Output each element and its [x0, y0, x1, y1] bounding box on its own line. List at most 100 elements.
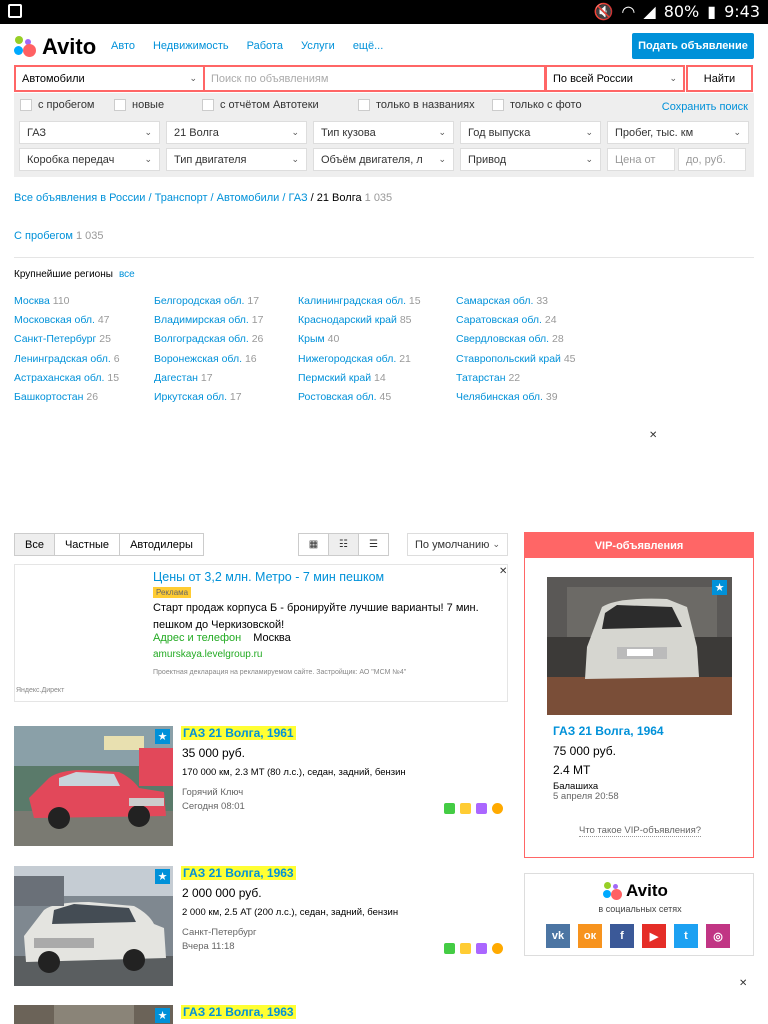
search-input[interactable]: Поиск по объявлениям	[203, 65, 546, 92]
listing-item[interactable]: ★ ГАЗ 21 Волга, 1963 2 000 000 руб. 2 00…	[14, 866, 508, 986]
region-link[interactable]: Калининградская обл.	[298, 295, 406, 307]
close-icon[interactable]: ✕	[649, 430, 657, 441]
yandex-ad[interactable]: Цены от 3,2 млн. Метро - 7 мин пешком Ре…	[14, 564, 508, 702]
divider	[14, 257, 754, 258]
year-select[interactable]: Год выпуска ⌄	[460, 121, 601, 144]
list-view-icon[interactable]: ☷	[328, 533, 359, 556]
crumb-cars[interactable]: Автомобили	[217, 192, 280, 204]
logo-text: Avito	[42, 34, 97, 59]
save-search-link[interactable]: Сохранить поиск	[662, 101, 748, 113]
listing-item[interactable]: ★ ГАЗ 21 Волга, 1963	[14, 1005, 508, 1024]
ad-close-icon[interactable]: ✕	[499, 566, 507, 577]
region-count: 6	[113, 352, 120, 365]
ad-contact-link[interactable]: Адрес и телефон	[153, 632, 241, 644]
region-link[interactable]: Владимирская обл.	[154, 314, 249, 326]
region-link[interactable]: Москва	[14, 295, 50, 307]
listing-title[interactable]: ГАЗ 21 Волга, 1961	[181, 726, 296, 740]
check-titles-only[interactable]: только в названиях	[358, 99, 492, 111]
gearbox-select[interactable]: Коробка передач ⌄	[19, 148, 160, 171]
check-photo-only[interactable]: только с фото	[492, 99, 582, 111]
region-link[interactable]: Волгоградская обл.	[154, 333, 249, 345]
category-select[interactable]: Автомобили ⌄	[14, 65, 205, 92]
close-icon[interactable]: ✕	[739, 978, 747, 989]
price-to-input[interactable]: до, руб.	[678, 148, 746, 171]
grid-view-icon[interactable]: ▦	[298, 533, 329, 556]
region-link[interactable]: Иркутская обл.	[154, 391, 227, 403]
region-link[interactable]: Башкортостан	[14, 391, 83, 403]
facebook-icon[interactable]: f	[610, 924, 634, 948]
tab-dealers[interactable]: Автодилеры	[119, 533, 204, 556]
region-link[interactable]: Ростовская обл.	[298, 391, 377, 403]
tab-private[interactable]: Частные	[53, 533, 121, 556]
check-new[interactable]: новые	[114, 99, 202, 111]
post-ad-button[interactable]: Подать объявление	[632, 33, 754, 59]
region-link[interactable]: Санкт-Петербург	[14, 333, 96, 345]
star-icon[interactable]: ★	[155, 1008, 170, 1023]
check-autoteka[interactable]: с отчётом Автотеки	[202, 99, 358, 111]
price-from-input[interactable]: Цена от	[607, 148, 675, 171]
region-link[interactable]: Татарстан	[456, 372, 506, 384]
region-link[interactable]: Воронежская обл.	[154, 353, 242, 365]
region-link[interactable]: Белгородская обл.	[154, 295, 244, 307]
engine-volume-select[interactable]: Объём двигателя, л ⌄	[313, 148, 454, 171]
region-link[interactable]: Московская обл.	[14, 314, 95, 326]
listing-item[interactable]: ★ ГАЗ 21 Волга, 1961 35 000 руб. 170 000…	[14, 726, 508, 846]
tab-all[interactable]: Все	[14, 533, 55, 556]
crumb-all[interactable]: Все объявления в России	[14, 192, 145, 204]
listing-photo[interactable]	[14, 866, 173, 986]
avito-logo[interactable]: Avito	[14, 34, 96, 60]
twitter-icon[interactable]: t	[674, 924, 698, 948]
region-link[interactable]: Самарская обл.	[456, 295, 533, 307]
listing-title[interactable]: ГАЗ 21 Волга, 1963	[181, 866, 296, 880]
region-link[interactable]: Ставропольский край	[456, 353, 561, 365]
instagram-icon[interactable]: ◎	[706, 924, 730, 948]
star-icon[interactable]: ★	[712, 580, 727, 595]
vip-photo[interactable]	[547, 577, 732, 715]
region-link[interactable]: Краснодарский край	[298, 314, 397, 326]
sort-select[interactable]: По умолчанию ⌄	[407, 533, 508, 556]
compact-view-icon[interactable]: ☰	[358, 533, 389, 556]
avito-logo: Avito	[603, 881, 668, 901]
region-select[interactable]: По всей России ⌄	[545, 65, 685, 92]
listing-photo[interactable]	[14, 726, 173, 846]
nav-services[interactable]: Услуги	[301, 40, 335, 52]
region-link[interactable]: Ленинградская обл.	[14, 353, 111, 365]
region-link[interactable]: Астраханская обл.	[14, 372, 104, 384]
crumb-transport[interactable]: Транспорт	[155, 192, 208, 204]
region-link[interactable]: Пермский край	[298, 372, 371, 384]
vip-info-link[interactable]: Что такое VIP-объявления?	[578, 825, 702, 837]
vip-title[interactable]: ГАЗ 21 Волга, 1964	[553, 724, 664, 738]
region-link[interactable]: Свердловская обл.	[456, 333, 549, 345]
listing-photo[interactable]	[14, 1005, 173, 1024]
star-icon[interactable]: ★	[155, 869, 170, 884]
ad-url[interactable]: amurskaya.levelgroup.ru	[153, 649, 263, 660]
region-link[interactable]: Саратовская обл.	[456, 314, 542, 326]
with-run-filter: С пробегом 1 035	[14, 230, 104, 242]
with-run-link[interactable]: С пробегом	[14, 230, 73, 242]
drive-select[interactable]: Привод ⌄	[460, 148, 601, 171]
mileage-select[interactable]: Пробег, тыс. км ⌄	[607, 121, 749, 144]
nav-more[interactable]: ещё...	[353, 40, 383, 52]
body-type-select[interactable]: Тип кузова ⌄	[313, 121, 454, 144]
crumb-gaz[interactable]: ГАЗ	[289, 192, 308, 204]
check-used[interactable]: с пробегом	[20, 99, 114, 111]
star-icon[interactable]: ★	[155, 729, 170, 744]
region-link[interactable]: Нижегородская обл.	[298, 353, 396, 365]
model-select[interactable]: 21 Волга ⌄	[166, 121, 307, 144]
region-link[interactable]: Дагестан	[154, 372, 198, 384]
nav-realty[interactable]: Недвижимость	[153, 40, 229, 52]
region-link[interactable]: Крым	[298, 333, 325, 345]
region-link[interactable]: Челябинская обл.	[456, 391, 543, 403]
search-button[interactable]: Найти	[686, 65, 753, 92]
engine-type-select[interactable]: Тип двигателя ⌄	[166, 148, 307, 171]
brand-select[interactable]: ГАЗ ⌄	[19, 121, 160, 144]
ad-heading[interactable]: Цены от 3,2 млн. Метро - 7 мин пешком	[153, 570, 384, 584]
vk-icon[interactable]: vk	[546, 924, 570, 948]
nav-jobs[interactable]: Работа	[247, 40, 283, 52]
listing-title[interactable]: ГАЗ 21 Волга, 1963	[181, 1005, 296, 1019]
regions-all-link[interactable]: все	[119, 269, 135, 280]
youtube-icon[interactable]: ▶	[642, 924, 666, 948]
odnoklassniki-icon[interactable]: ок	[578, 924, 602, 948]
nav-auto[interactable]: Авто	[111, 40, 135, 52]
body-type-value: Тип кузова	[321, 126, 376, 139]
